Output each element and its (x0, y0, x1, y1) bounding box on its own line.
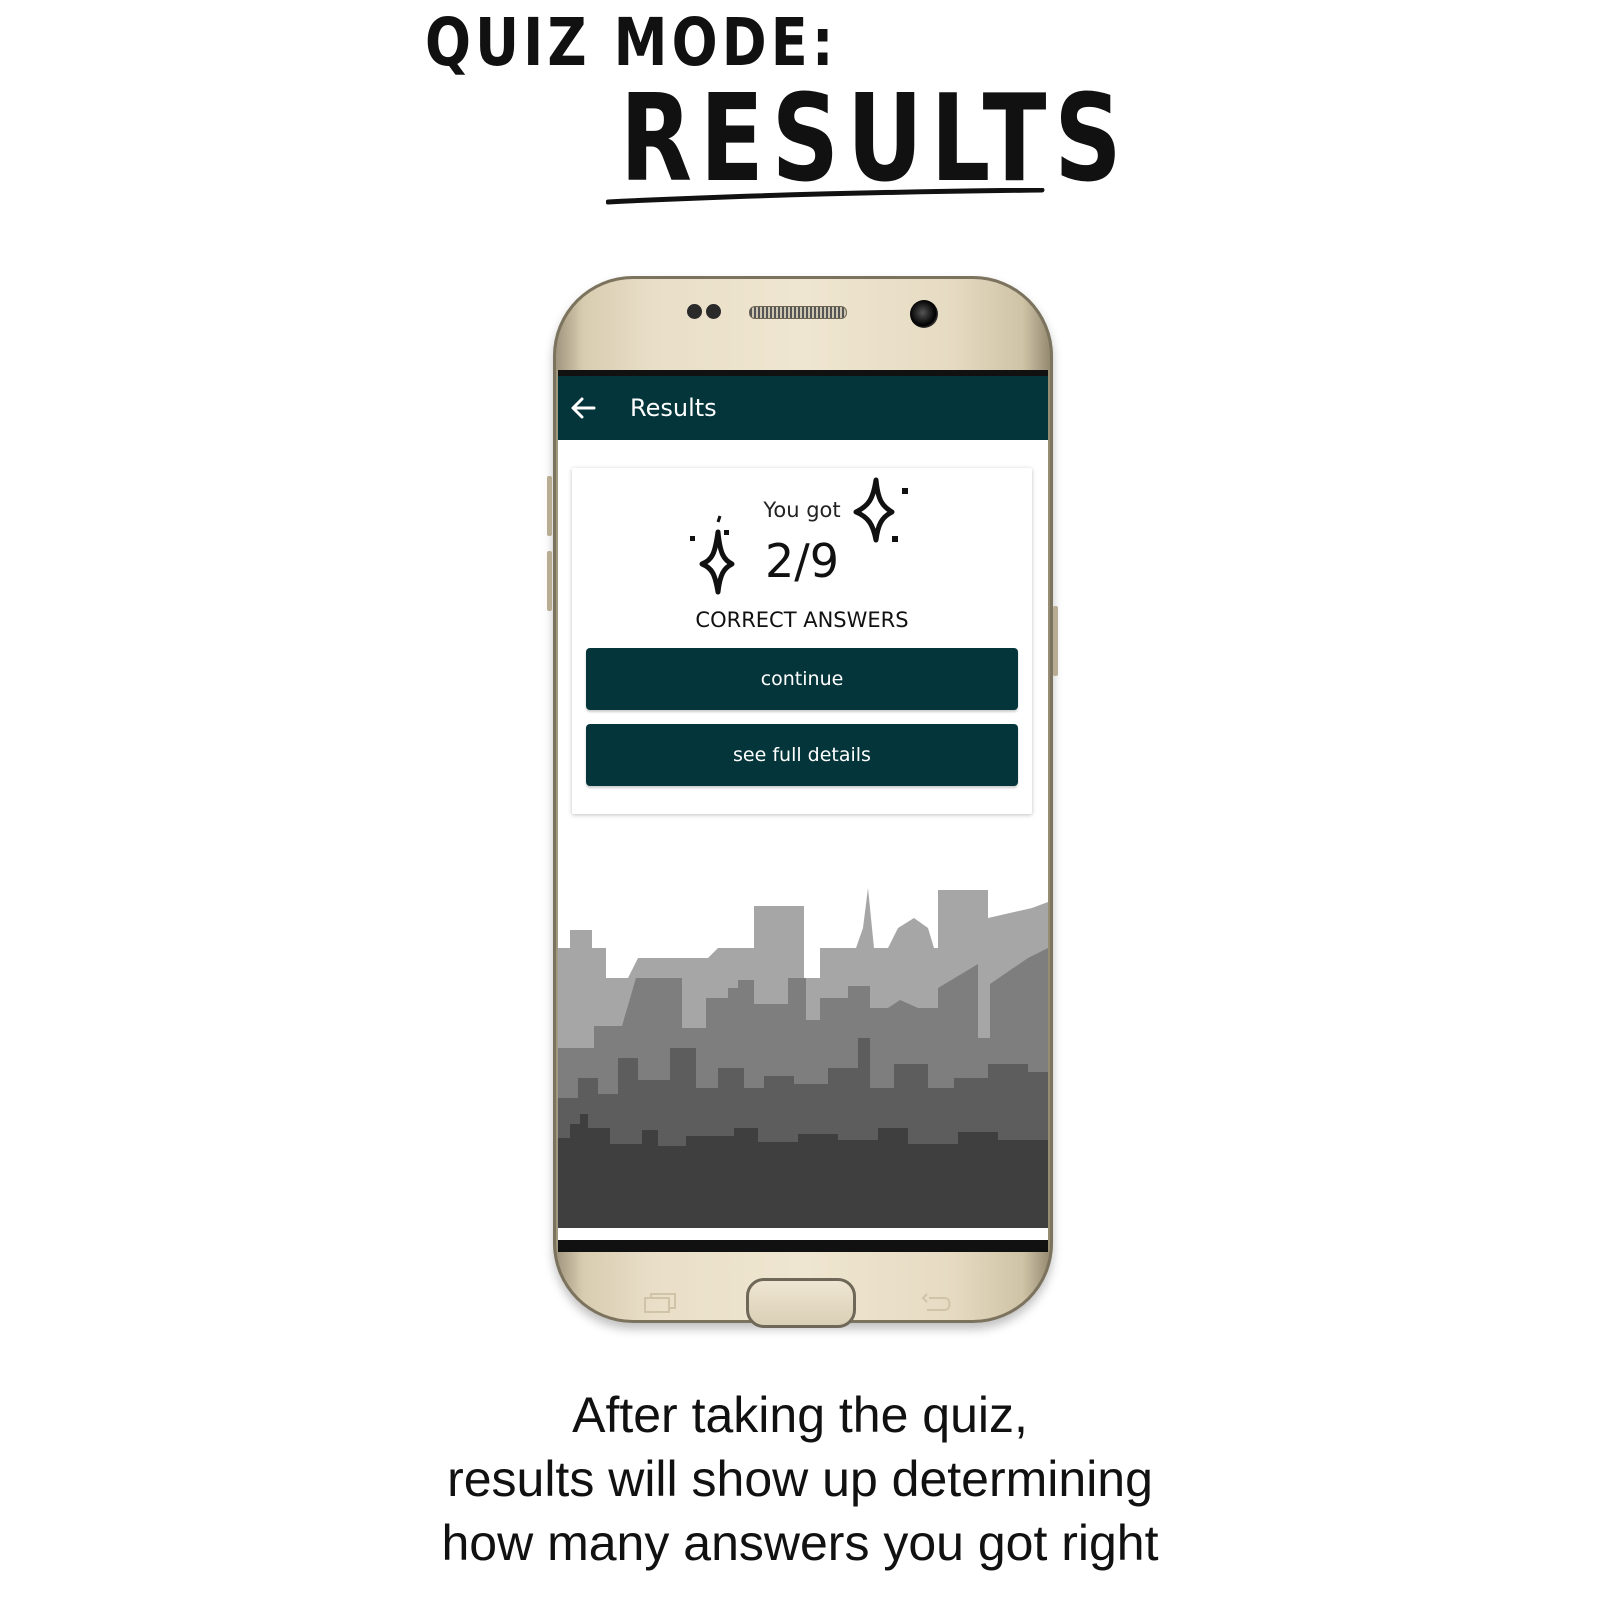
sparkle-icon (853, 477, 908, 543)
front-camera (910, 300, 938, 328)
volume-button (547, 551, 552, 611)
home-button[interactable] (746, 1278, 856, 1328)
caption-line: After taking the quiz, (572, 1387, 1028, 1443)
result-intro: You got (763, 498, 841, 522)
caption-line: how many answers you got right (441, 1515, 1159, 1571)
caption: After taking the quiz, results will show… (0, 1383, 1600, 1575)
phone-mockup: Results You got 2/9 CORRECT ANSWERS cont… (547, 276, 1058, 1328)
page-title: Results (630, 394, 717, 422)
see-full-details-button[interactable]: see full details (586, 724, 1018, 786)
earpiece-speaker (749, 306, 847, 319)
continue-button[interactable]: continue (586, 648, 1018, 710)
recent-apps-icon[interactable] (643, 1292, 677, 1314)
city-skyline-illustration (558, 888, 1048, 1228)
sensor-dots (687, 304, 725, 324)
score-value: 2/9 (764, 534, 840, 588)
back-key-icon[interactable] (921, 1292, 955, 1314)
result-card: You got 2/9 CORRECT ANSWERS continue see… (572, 468, 1032, 814)
arrow-left-icon[interactable] (570, 396, 596, 420)
app-bar: Results (558, 376, 1048, 440)
power-button (1053, 606, 1058, 676)
phone-screen: Results You got 2/9 CORRECT ANSWERS cont… (558, 370, 1048, 1252)
score-label: CORRECT ANSWERS (695, 608, 909, 632)
sparkle-icon (690, 515, 735, 595)
volume-button (547, 476, 552, 536)
caption-line: results will show up determining (447, 1451, 1153, 1507)
heading-underline (606, 188, 1045, 205)
